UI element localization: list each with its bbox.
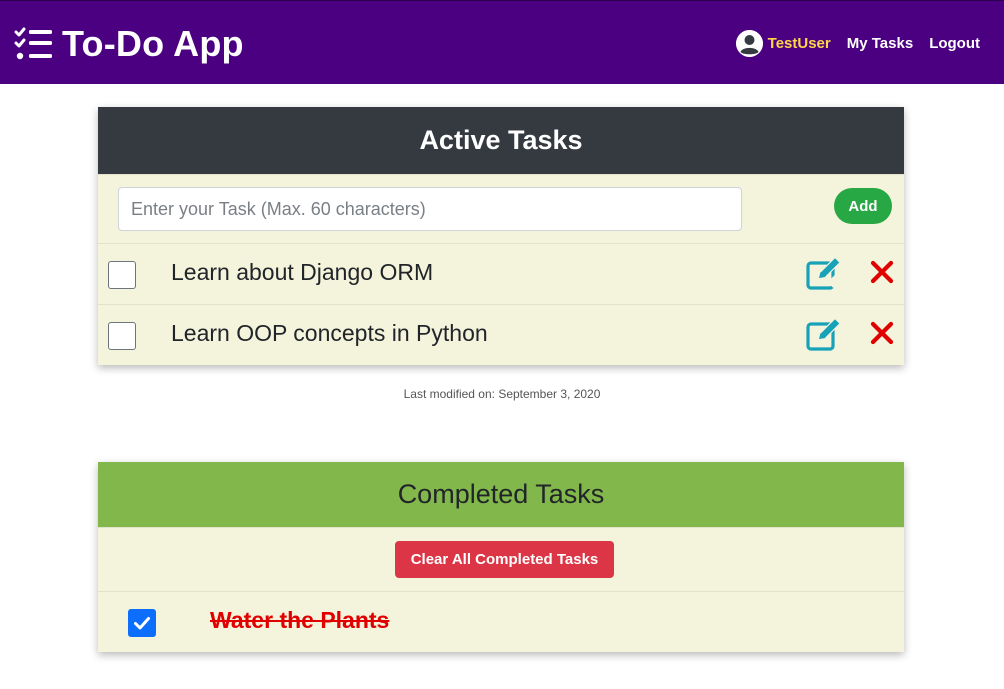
add-task-row: Add [98, 174, 904, 243]
completed-task-label: Water the Plants [210, 607, 390, 633]
completed-tasks-header: Completed Tasks [98, 462, 904, 527]
task-label: Learn about Django ORM [171, 259, 434, 285]
nav-right: TestUser My Tasks Logout [735, 29, 980, 57]
completed-task-checkbox[interactable] [128, 609, 156, 637]
task-checkbox[interactable] [108, 322, 136, 350]
active-tasks-header: Active Tasks [98, 107, 904, 174]
active-tasks-card: Active Tasks Add Learn about Django ORM … [98, 107, 904, 365]
navbar: To-Do App TestUser My Tasks Logout [0, 0, 1004, 84]
task-row: Learn OOP concepts in Python [98, 304, 904, 365]
check-icon [134, 617, 150, 630]
nav-my-tasks[interactable]: My Tasks [847, 35, 913, 52]
task-input[interactable] [118, 187, 742, 231]
task-checkbox[interactable] [108, 261, 136, 289]
task-label: Learn OOP concepts in Python [171, 320, 488, 346]
clear-row: Clear All Completed Tasks [98, 527, 904, 591]
brand-title: To-Do App [62, 23, 244, 64]
add-button[interactable]: Add [834, 188, 892, 224]
close-icon[interactable] [870, 321, 894, 345]
nav-logout[interactable]: Logout [929, 35, 980, 52]
brand[interactable]: To-Do App [14, 23, 244, 65]
completed-task-row: Water the Plants [98, 591, 904, 651]
edit-icon[interactable] [806, 317, 842, 351]
user-circle-icon [735, 29, 763, 57]
task-row: Learn about Django ORM [98, 243, 904, 304]
close-icon[interactable] [870, 260, 894, 284]
tasks-list-icon [14, 27, 52, 60]
clear-completed-button[interactable]: Clear All Completed Tasks [395, 541, 614, 578]
last-modified-text: Last modified on: September 3, 2020 [403, 387, 601, 401]
edit-icon[interactable] [806, 256, 842, 290]
nav-username[interactable]: TestUser [768, 35, 831, 52]
completed-tasks-card: Completed Tasks Clear All Completed Task… [98, 462, 904, 652]
